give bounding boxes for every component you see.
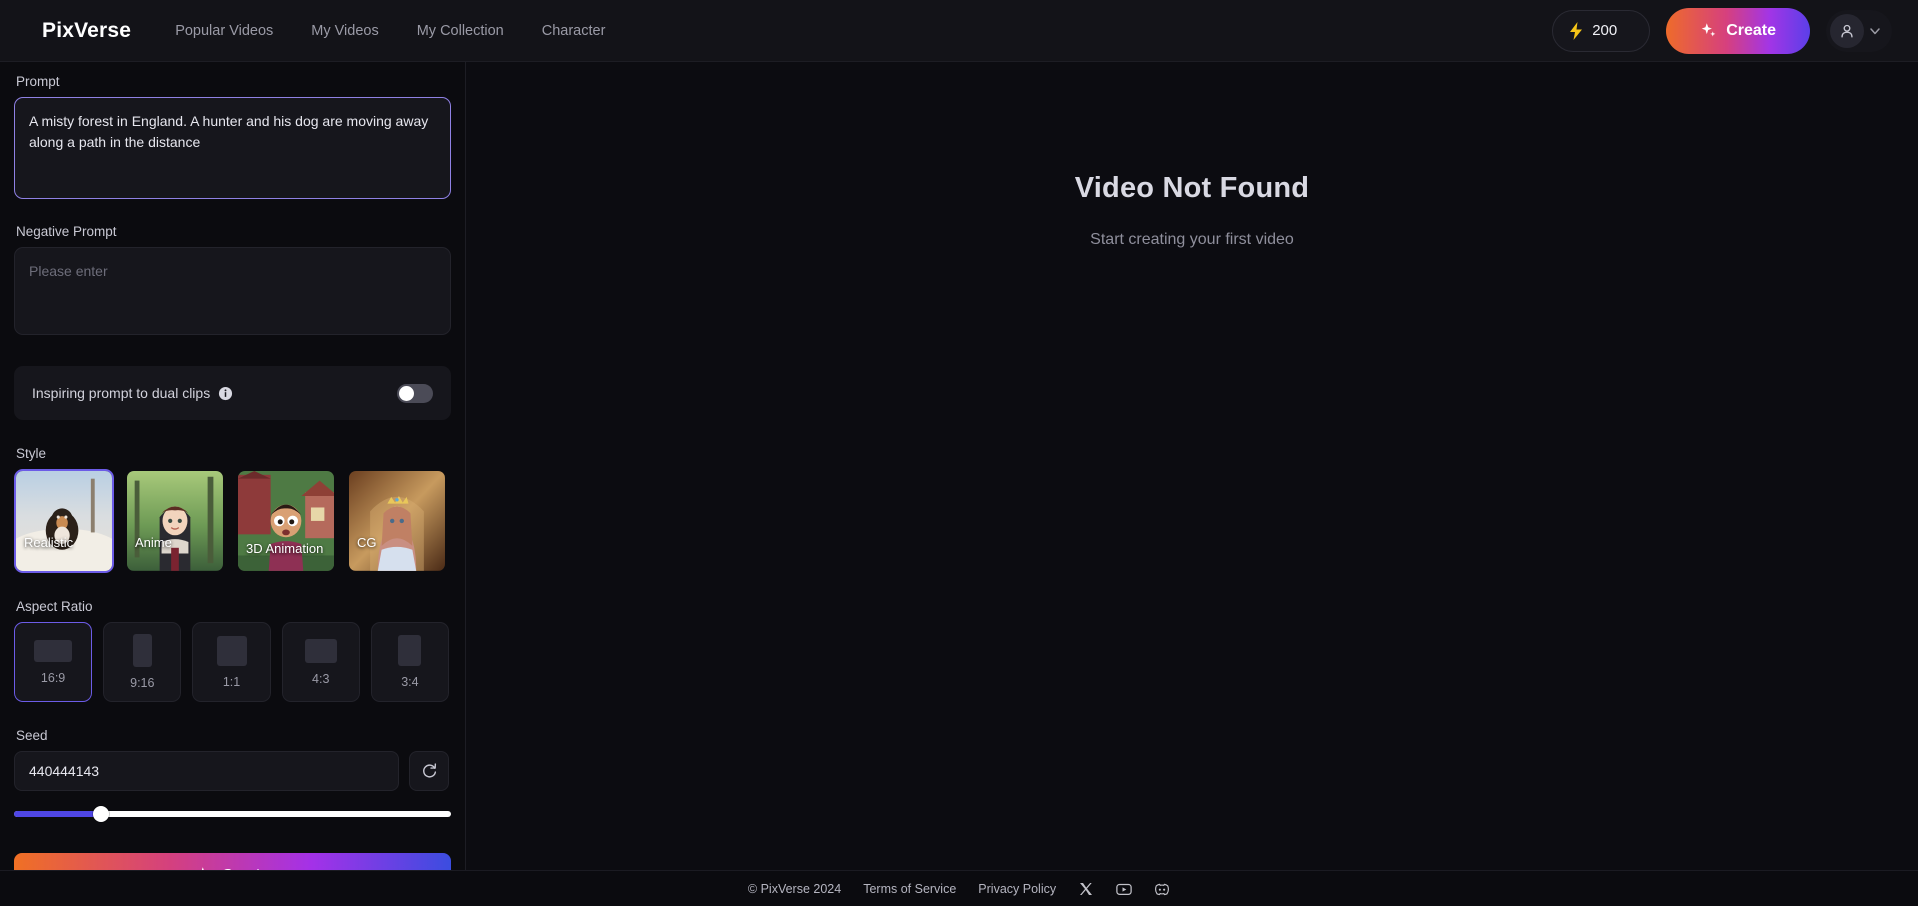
footer-link-privacy[interactable]: Privacy Policy — [978, 882, 1056, 896]
nav-item-my-collection[interactable]: My Collection — [417, 23, 504, 39]
ratio-label-3-4: 3:4 — [401, 675, 419, 689]
negative-prompt-label: Negative Prompt — [16, 224, 117, 239]
refresh-icon — [422, 762, 436, 778]
style-option-realistic[interactable]: Realistic — [14, 469, 114, 573]
dual-clips-label: Inspiring prompt to dual clips — [32, 385, 211, 401]
credits-value: 200 — [1592, 22, 1618, 39]
nav-item-popular-videos[interactable]: Popular Videos — [175, 23, 273, 39]
empty-state-subtitle: Start creating your first video — [1090, 231, 1294, 248]
empty-state-title: Video Not Found — [1074, 172, 1310, 204]
ratio-label-1-1: 1:1 — [222, 674, 241, 689]
style-label-3d-animation: 3D Animation — [246, 541, 324, 556]
ratio-preview-4-3 — [304, 638, 337, 663]
slider-knob[interactable] — [93, 806, 110, 822]
user-menu[interactable] — [1826, 9, 1892, 52]
person-icon — [1841, 24, 1853, 38]
aspect-ratio-option-9-16[interactable]: 9:16 — [103, 622, 182, 702]
negative-prompt-input[interactable] — [14, 247, 451, 335]
ratio-label-16-9: 16:9 — [40, 670, 66, 685]
app-root: PixVerse Popular Videos My Videos My Col… — [0, 0, 1918, 906]
prompt-input[interactable] — [14, 97, 451, 199]
aspect-ratio-option-4-3[interactable]: 4:3 — [281, 622, 360, 702]
main-nav: Popular Videos My Videos My Collection C… — [175, 23, 605, 39]
app-logo[interactable]: PixVerse — [42, 19, 131, 43]
ratio-preview-1-1 — [216, 635, 247, 666]
copyright-text: © PixVerse 2024 — [747, 881, 842, 896]
realistic-thumbnail — [16, 471, 112, 571]
anime-thumbnail — [127, 471, 223, 571]
toggle-knob — [399, 385, 414, 401]
page-footer: © PixVerse 2024 Terms of Service Privacy… — [0, 870, 1918, 906]
header-actions: 200 Create — [1552, 7, 1892, 54]
main-content: Video Not Found Start creating your firs… — [466, 62, 1918, 870]
aspect-ratio-option-16-9[interactable]: 16:9 — [14, 622, 93, 702]
top-header: PixVerse Popular Videos My Videos My Col… — [0, 0, 1918, 62]
aspect-ratio-options: 16:9 9:16 1:1 4:3 3:4 — [14, 622, 450, 702]
credits-badge[interactable]: 200 — [1552, 9, 1651, 52]
dual-clips-row[interactable]: Inspiring prompt to dual clips — [14, 366, 451, 420]
style-options: Realistic Anime 3D Animation CG — [14, 469, 449, 573]
ratio-label-9-16: 9:16 — [130, 676, 155, 690]
style-option-anime[interactable]: Anime — [125, 469, 225, 573]
sidebar-create-button[interactable]: Create — [14, 853, 451, 870]
info-icon[interactable] — [218, 386, 233, 401]
chevron-down-icon — [1870, 27, 1880, 34]
style-label-anime: Anime — [135, 535, 172, 550]
ratio-label-4-3: 4:3 — [312, 671, 330, 686]
ratio-preview-9-16 — [132, 634, 152, 667]
style-label-cg: CG — [357, 535, 377, 550]
cg-thumbnail — [349, 471, 445, 571]
avatar — [1830, 13, 1864, 48]
style-option-3d-animation[interactable]: 3D Animation — [236, 469, 336, 573]
header-create-label: Create — [1726, 21, 1776, 39]
seed-input[interactable] — [14, 751, 400, 791]
seed-slider[interactable] — [14, 805, 451, 823]
aspect-ratio-label: Aspect Ratio — [16, 599, 93, 614]
aspect-ratio-option-1-1[interactable]: 1:1 — [192, 622, 271, 702]
nav-item-character[interactable]: Character — [542, 23, 606, 39]
ratio-preview-3-4 — [398, 635, 422, 666]
ratio-preview-16-9 — [34, 639, 73, 662]
seed-row — [14, 751, 449, 791]
discord-icon[interactable] — [1154, 881, 1170, 897]
slider-fill — [14, 811, 102, 817]
style-option-cg[interactable]: CG — [347, 469, 447, 573]
prompt-label: Prompt — [16, 74, 60, 89]
footer-link-terms[interactable]: Terms of Service — [863, 882, 956, 896]
style-label: Style — [16, 446, 47, 461]
lightning-bolt-icon — [1570, 21, 1583, 40]
create-panel-sidebar: Prompt Negative Prompt Inspiring prompt … — [0, 62, 466, 870]
x-twitter-icon[interactable] — [1078, 881, 1094, 897]
youtube-icon[interactable] — [1116, 881, 1132, 897]
page-body: Prompt Negative Prompt Inspiring prompt … — [0, 62, 1918, 870]
seed-label: Seed — [16, 728, 48, 743]
seed-refresh-button[interactable] — [409, 751, 449, 791]
style-label-realistic: Realistic — [24, 535, 74, 550]
dual-clips-toggle[interactable] — [397, 383, 433, 403]
sparkle-icon — [1701, 23, 1716, 37]
header-create-button[interactable]: Create — [1666, 7, 1810, 54]
aspect-ratio-option-3-4[interactable]: 3:4 — [370, 622, 450, 702]
nav-item-my-videos[interactable]: My Videos — [311, 23, 378, 39]
